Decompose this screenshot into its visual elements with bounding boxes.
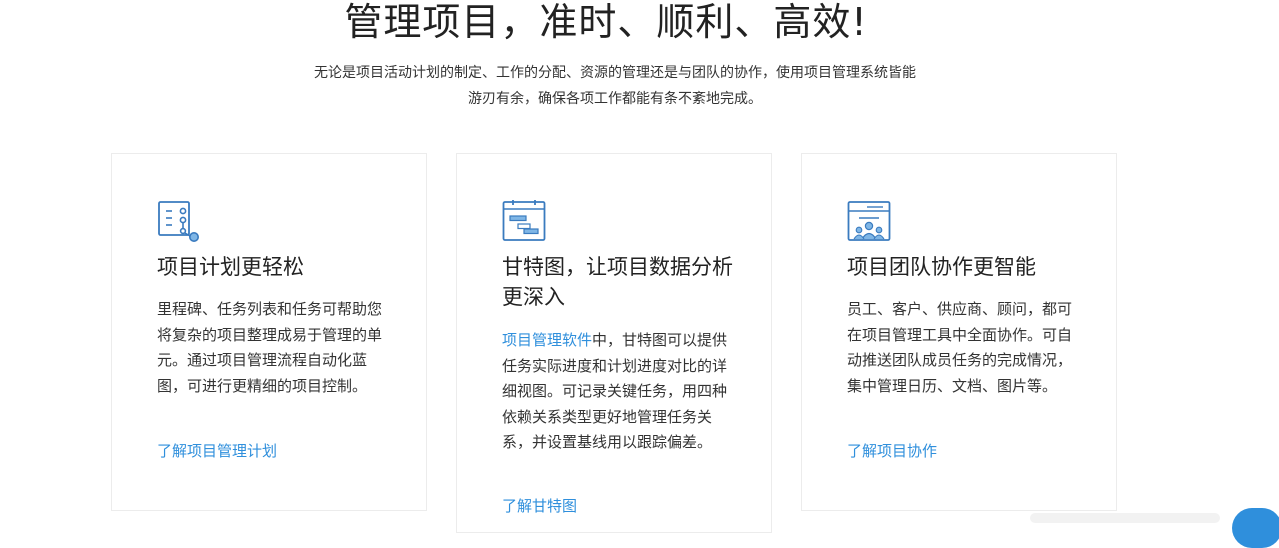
page-subtitle: 无论是项目活动计划的制定、工作的分配、资源的管理还是与团队的协作，使用项目管理系…: [250, 60, 980, 112]
card-title: 项目团队协作更智能: [847, 255, 1036, 279]
feature-card-planning: 项目计划更轻松 里程碑、任务列表和任务可帮助您将复杂的项目整理成易于管理的单元。…: [111, 153, 427, 511]
card-title: 甘特图，让项目数据分析更深入: [502, 255, 733, 309]
card-description-text: 中，甘特图可以提供任务实际进度和计划进度对比的详细视图。可记录关键任务，用四种依…: [502, 331, 728, 451]
learn-collaboration-link[interactable]: 了解项目协作: [847, 440, 937, 462]
card-description: 员工、客户、供应商、顾问，都可在项目管理工具中全面协作。可自动推送团队成员任务的…: [847, 300, 1073, 395]
learn-planning-link[interactable]: 了解项目管理计划: [157, 440, 277, 462]
subtitle-line-1: 无论是项目活动计划的制定、工作的分配、资源的管理还是与团队的协作，使用项目管理系…: [314, 65, 916, 81]
project-management-software-link[interactable]: 项目管理软件: [502, 331, 592, 349]
flowchart-plan-icon: [158, 201, 199, 242]
card-title: 项目计划更轻松: [157, 255, 304, 279]
feature-card-gantt: 甘特图，让项目数据分析更深入 项目管理软件中，甘特图可以提供任务实际进度和计划进…: [456, 153, 772, 533]
chat-widget-button[interactable]: [1232, 508, 1279, 548]
card-description: 项目管理软件中，甘特图可以提供任务实际进度和计划进度对比的详细视图。可记录关键任…: [502, 328, 734, 456]
feature-card-collaboration: 项目团队协作更智能 员工、客户、供应商、顾问，都可在项目管理工具中全面协作。可自…: [801, 153, 1117, 511]
floating-bar-shadow: [1030, 513, 1220, 523]
learn-gantt-link[interactable]: 了解甘特图: [502, 495, 577, 517]
card-description: 里程碑、任务列表和任务可帮助您将复杂的项目整理成易于管理的单元。通过项目管理流程…: [157, 300, 383, 395]
gantt-chart-icon: [502, 200, 546, 241]
subtitle-line-2: 游刃有余，确保各项工作都能有条不紊地完成。: [468, 91, 762, 107]
page-headline: 管理项目，准时、顺利、高效!: [344, 0, 868, 44]
team-collaboration-icon: [847, 201, 891, 241]
